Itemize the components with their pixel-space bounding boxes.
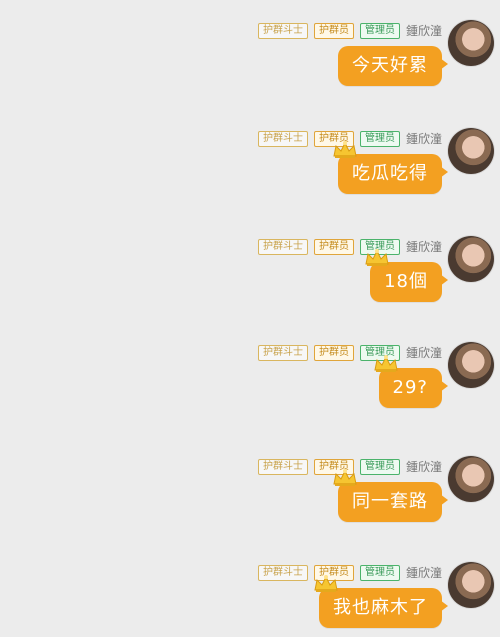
avatar[interactable] — [448, 562, 494, 608]
sender-meta: 护群斗士 护群员 管理员 鍾欣潼 — [257, 22, 442, 39]
message-bubble[interactable]: 吃瓜吃得 — [333, 141, 448, 194]
avatar[interactable] — [448, 128, 494, 174]
avatar[interactable] — [448, 236, 494, 282]
badge-fan-title: 护群斗士 — [257, 238, 308, 255]
avatar[interactable] — [448, 20, 494, 66]
message-bubble[interactable]: 同一套路 — [333, 469, 448, 522]
badge-admin: 管理员 — [359, 130, 400, 147]
message-text: 吃瓜吃得 — [352, 163, 428, 184]
avatar[interactable] — [448, 342, 494, 388]
sender-meta: 护群斗士 护群员 管理员 鍾欣潼 — [257, 344, 442, 361]
badge-guard: 护群员 — [313, 344, 354, 361]
badge-admin: 管理员 — [359, 564, 400, 581]
crown-icon — [314, 575, 338, 592]
badge-fan-title: 护群斗士 — [257, 130, 308, 147]
sender-name[interactable]: 鍾欣潼 — [406, 344, 442, 361]
crown-icon — [373, 355, 398, 372]
crown-icon — [333, 141, 357, 158]
message-text: 今天好累 — [352, 55, 428, 76]
chat-message: 护群斗士 护群员 管理员 鍾欣潼 29? — [0, 342, 500, 442]
chat-message-list[interactable]: 护群斗士 护群员 管理员 鍾欣潼 今天好累 护群斗士 护群员 管理员 鍾欣潼 吃… — [0, 0, 500, 637]
sender-name[interactable]: 鍾欣潼 — [406, 130, 442, 147]
chat-message: 护群斗士 护群员 管理员 鍾欣潼 同一套路 — [0, 456, 500, 556]
sender-name[interactable]: 鍾欣潼 — [406, 238, 442, 255]
avatar[interactable] — [448, 456, 494, 502]
badge-admin: 管理员 — [359, 22, 400, 39]
sender-name[interactable]: 鍾欣潼 — [406, 22, 442, 39]
message-text: 我也麻木了 — [333, 597, 428, 618]
sender-name[interactable]: 鍾欣潼 — [406, 564, 442, 581]
badge-guard: 护群员 — [313, 22, 354, 39]
chat-message: 护群斗士 护群员 管理员 鍾欣潼 我也麻木了 — [0, 562, 500, 637]
badge-fan-title: 护群斗士 — [257, 458, 308, 475]
message-text: 18個 — [384, 271, 428, 292]
message-text: 同一套路 — [352, 491, 428, 512]
crown-icon — [333, 469, 357, 486]
badge-admin: 管理员 — [359, 458, 400, 475]
message-bubble[interactable]: 29? — [373, 355, 449, 408]
chat-message: 护群斗士 护群员 管理员 鍾欣潼 吃瓜吃得 — [0, 128, 500, 228]
crown-icon — [365, 249, 389, 266]
message-bubble[interactable]: 18個 — [365, 249, 448, 302]
badge-fan-title: 护群斗士 — [257, 564, 308, 581]
sender-name[interactable]: 鍾欣潼 — [406, 458, 442, 475]
chat-message: 护群斗士 护群员 管理员 鍾欣潼 今天好累 — [0, 20, 500, 120]
message-bubble[interactable]: 我也麻木了 — [314, 575, 448, 628]
message-bubble[interactable]: 今天好累 — [338, 46, 448, 86]
sender-meta: 护群斗士 护群员 管理员 鍾欣潼 — [257, 238, 442, 255]
badge-guard: 护群员 — [313, 238, 354, 255]
sender-meta: 护群斗士 护群员 管理员 鍾欣潼 — [257, 564, 442, 581]
badge-fan-title: 护群斗士 — [257, 344, 308, 361]
message-text: 29? — [392, 377, 428, 398]
chat-message: 护群斗士 护群员 管理员 鍾欣潼 18個 — [0, 236, 500, 336]
badge-fan-title: 护群斗士 — [257, 22, 308, 39]
